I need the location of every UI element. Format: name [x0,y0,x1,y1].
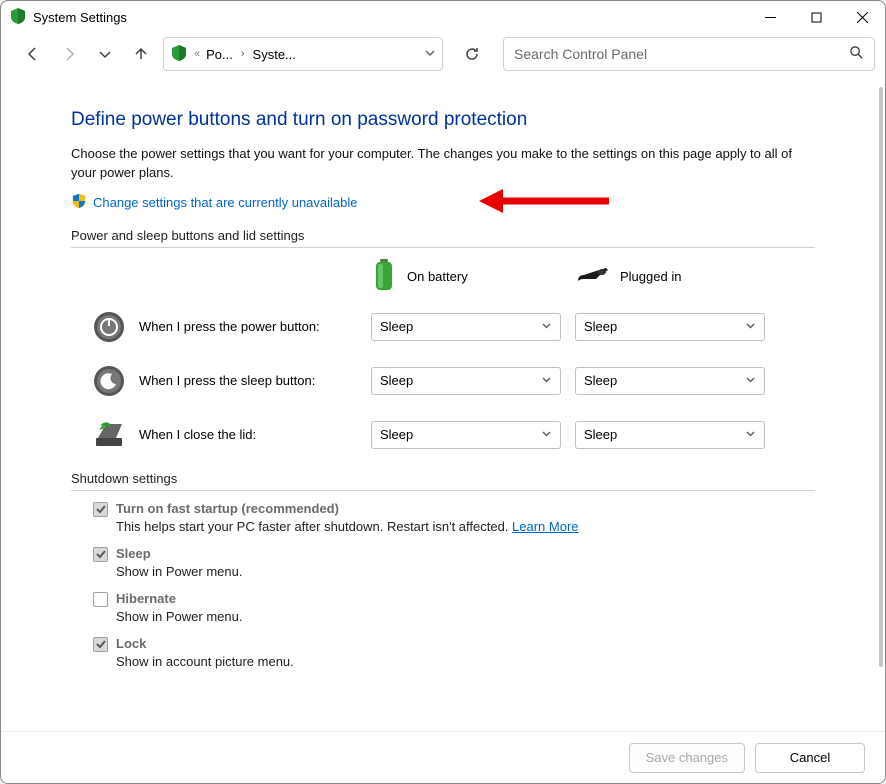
power-button-icon [91,309,127,345]
power-columns-header: On battery Plugged in [71,258,815,295]
chevron-down-icon [541,427,552,442]
chevron-right-icon[interactable]: › [237,48,249,60]
col-plugged-in: Plugged in [576,265,781,288]
page-description: Choose the power settings that you want … [71,145,815,183]
back-button[interactable] [19,40,47,68]
cancel-button[interactable]: Cancel [755,743,865,773]
sd-sleep: Sleep Show in Power menu. [93,546,815,579]
chevron-down-icon [745,427,756,442]
laptop-lid-icon [91,417,127,453]
window-controls [747,1,885,33]
change-settings-row: Change settings that are currently unava… [71,193,815,212]
nav-toolbar: « Po... › Syste... [1,33,885,81]
close-button[interactable] [839,1,885,33]
breadcrumb-seg-1[interactable]: Po... [206,47,233,62]
chevron-down-icon [745,319,756,334]
sd-desc: Show in Power menu. [116,564,815,579]
sleep-button-icon [91,363,127,399]
window-title: System Settings [33,10,127,25]
recent-dropdown[interactable] [91,40,119,68]
checkbox-lock[interactable] [93,637,108,652]
sd-lock: Lock Show in account picture menu. [93,636,815,669]
row-lid: When I close the lid: Sleep Sleep [71,417,815,453]
search-icon[interactable] [849,45,864,63]
forward-button[interactable] [55,40,83,68]
row-sleep-button: When I press the sleep button: Sleep Sle… [71,363,815,399]
breadcrumb[interactable]: « Po... › Syste... [163,37,443,71]
search-box[interactable] [503,37,875,71]
uac-shield-icon [71,193,87,212]
select-power-battery[interactable]: Sleep [371,313,561,341]
chevron-down-icon [541,373,552,388]
sd-desc: This helps start your PC faster after sh… [116,519,815,534]
control-panel-icon [9,7,27,28]
divider [71,490,815,491]
chevron-down-icon [541,319,552,334]
breadcrumb-icon [170,44,188,65]
annotation-arrow [479,187,609,218]
select-lid-plugged[interactable]: Sleep [575,421,765,449]
up-button[interactable] [127,40,155,68]
change-settings-link[interactable]: Change settings that are currently unava… [93,195,358,210]
row-label: When I close the lid: [139,427,256,442]
sd-hibernate: Hibernate Show in Power menu. [93,591,815,624]
divider [71,247,815,248]
window: System Settings « Po... › Syste... [0,0,886,784]
shutdown-settings-list: Turn on fast startup (recommended) This … [71,501,815,669]
checkbox-sleep[interactable] [93,547,108,562]
search-input[interactable] [514,46,849,62]
titlebar-left: System Settings [9,7,127,28]
breadcrumb-sep: « [192,48,202,60]
chevron-down-icon [745,373,756,388]
breadcrumb-seg-2[interactable]: Syste... [253,47,296,62]
maximize-button[interactable] [793,1,839,33]
checkbox-fast-startup[interactable] [93,502,108,517]
select-sleep-plugged[interactable]: Sleep [575,367,765,395]
breadcrumb-dropdown[interactable] [424,47,436,62]
section-power-label: Power and sleep buttons and lid settings [71,228,815,243]
col-on-battery: On battery [371,258,576,295]
content-area: Define power buttons and turn on passwor… [1,81,885,783]
sd-title: Hibernate [116,591,176,606]
col-battery-label: On battery [407,269,468,284]
sd-desc: Show in account picture menu. [116,654,815,669]
sd-fast-startup: Turn on fast startup (recommended) This … [93,501,815,534]
plug-icon [576,265,610,288]
section-shutdown-label: Shutdown settings [71,471,815,486]
row-power-button: When I press the power button: Sleep Sle… [71,309,815,345]
page-title: Define power buttons and turn on passwor… [71,109,815,131]
battery-icon [371,258,397,295]
row-label: When I press the power button: [139,319,320,334]
minimize-button[interactable] [747,1,793,33]
sd-title: Turn on fast startup (recommended) [116,501,339,516]
learn-more-link[interactable]: Learn More [512,519,578,534]
row-label: When I press the sleep button: [139,373,315,388]
sd-title: Sleep [116,546,151,561]
sd-desc: Show in Power menu. [116,609,815,624]
save-changes-button[interactable]: Save changes [629,743,745,773]
col-plugged-label: Plugged in [620,269,681,284]
titlebar: System Settings [1,1,885,33]
checkbox-hibernate[interactable] [93,592,108,607]
select-power-plugged[interactable]: Sleep [575,313,765,341]
sd-title: Lock [116,636,146,651]
footer: Save changes Cancel [1,731,885,783]
scrollbar[interactable] [875,87,883,777]
select-lid-battery[interactable]: Sleep [371,421,561,449]
select-sleep-battery[interactable]: Sleep [371,367,561,395]
refresh-button[interactable] [455,37,489,71]
